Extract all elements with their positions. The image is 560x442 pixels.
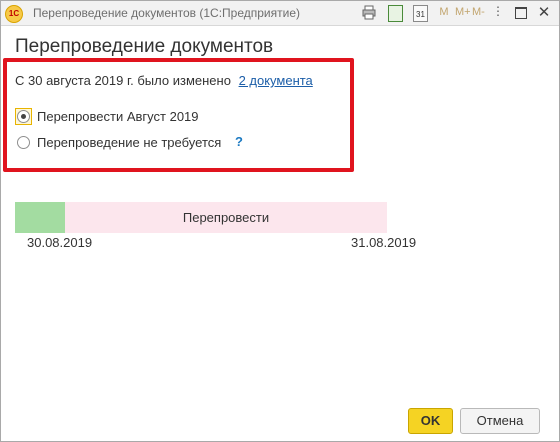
radio-option-repost[interactable]: Перепровести Август 2019: [15, 107, 199, 125]
radio-button-repost[interactable]: [17, 109, 30, 123]
title-bar[interactable]: 1С Перепроведение документов (1С:Предпри…: [1, 1, 559, 26]
radio-label-no-repost: Перепроведение не требуется: [37, 134, 222, 150]
calculator-icon[interactable]: [388, 5, 403, 22]
memory-m-button[interactable]: M: [438, 6, 450, 21]
radio-focus-frame[interactable]: [15, 107, 32, 125]
timeline-done-segment: [15, 202, 65, 233]
memory-mplus-button[interactable]: M+: [455, 6, 471, 21]
ok-button[interactable]: OK: [408, 408, 453, 434]
cancel-button[interactable]: Отмена: [460, 408, 540, 434]
page-title: Перепроведение документов: [15, 36, 274, 57]
help-icon[interactable]: ?: [235, 134, 243, 149]
calendar-icon[interactable]: 31: [413, 5, 428, 22]
repost-timeline: Перепровести: [15, 202, 387, 233]
close-icon[interactable]: ✕: [537, 3, 551, 21]
info-line: С 30 августа 2019 г. было изменено 2 док…: [15, 73, 313, 88]
radio-label-repost: Перепровести Август 2019: [37, 108, 199, 124]
timeline-start-date: 30.08.2019: [27, 235, 93, 250]
timeline-label: Перепровести: [182, 210, 270, 225]
info-text: С 30 августа 2019 г. было изменено: [15, 73, 231, 88]
timeline-end-date: 31.08.2019: [351, 235, 417, 250]
printer-icon[interactable]: [362, 5, 376, 20]
maximize-icon[interactable]: [515, 7, 527, 19]
radio-button-no-repost[interactable]: [17, 135, 30, 149]
memory-mminus-button[interactable]: M-: [472, 6, 485, 21]
changed-documents-link[interactable]: 2 документа: [239, 73, 313, 88]
more-menu-icon[interactable]: ⋮: [492, 4, 504, 19]
radio-frame-no-repost[interactable]: [15, 134, 32, 151]
radio-option-no-repost[interactable]: Перепроведение не требуется: [15, 133, 221, 151]
window-title: Перепроведение документов (1С:Предприяти…: [33, 6, 300, 20]
dialog-window: 1С Перепроведение документов (1С:Предпри…: [0, 0, 560, 442]
app-logo-icon: 1С: [5, 5, 23, 23]
